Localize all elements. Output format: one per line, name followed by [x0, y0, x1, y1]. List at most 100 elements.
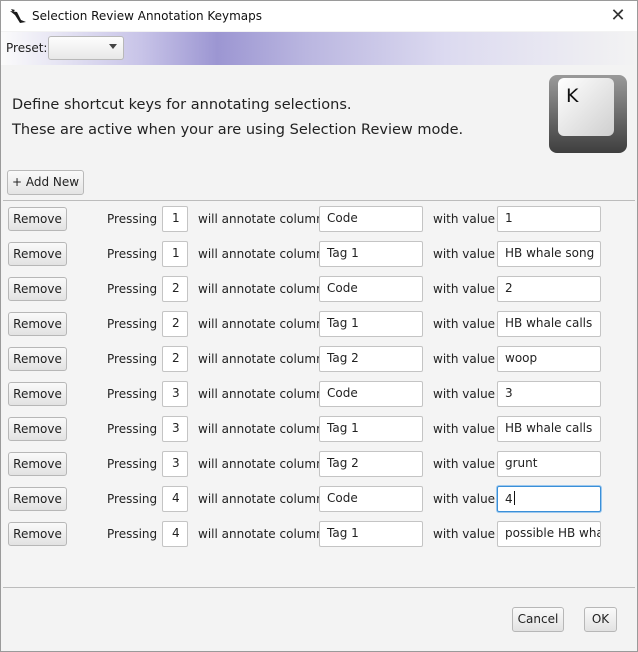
- column-field[interactable]: Tag 1: [319, 416, 423, 442]
- with-value-label: with value: [433, 492, 496, 506]
- keymap-row: Remove Pressing 1 will annotate column Code w…: [3, 201, 635, 236]
- column-field[interactable]: Code: [319, 276, 423, 302]
- value-field[interactable]: HB whale song: [497, 241, 601, 267]
- cancel-button[interactable]: Cancel: [512, 607, 564, 632]
- annotate-label: will annotate column: [198, 282, 324, 296]
- with-value-label: with value: [433, 212, 496, 226]
- close-button[interactable]: ✕: [603, 1, 633, 31]
- pressing-label: Pressing: [107, 492, 158, 506]
- pressing-label: Pressing: [107, 527, 158, 541]
- dialog-window: Selection Review Annotation Keymaps ✕ Pr…: [0, 0, 638, 652]
- remove-button[interactable]: Remove: [8, 277, 67, 301]
- value-text: HB whale calls: [505, 421, 593, 435]
- keymap-row: Remove Pressing 4 will annotate column Code w…: [3, 481, 635, 516]
- ok-button[interactable]: OK: [584, 607, 617, 632]
- value-text: HB whale calls: [505, 316, 593, 330]
- keymap-row: Remove Pressing 2 will annotate column Tag 1…: [3, 306, 635, 341]
- key-field[interactable]: 3: [162, 451, 188, 477]
- annotate-label: will annotate column: [198, 212, 324, 226]
- remove-button[interactable]: Remove: [8, 522, 67, 546]
- keymap-list: Remove Pressing 1 will annotate column Code w…: [3, 200, 635, 588]
- chevron-down-icon: [109, 44, 117, 49]
- annotate-label: will annotate column: [198, 527, 324, 541]
- remove-button[interactable]: Remove: [8, 312, 67, 336]
- with-value-label: with value: [433, 457, 496, 471]
- value-field[interactable]: HB whale calls: [497, 311, 601, 337]
- value-text: 2: [505, 281, 513, 295]
- annotate-label: will annotate column: [198, 457, 324, 471]
- keyboard-key-icon: K: [549, 75, 627, 153]
- pressing-label: Pressing: [107, 212, 158, 226]
- key-field[interactable]: 1: [162, 241, 188, 267]
- annotate-label: will annotate column: [198, 387, 324, 401]
- preset-label: Preset:: [6, 41, 48, 55]
- value-field[interactable]: grunt: [497, 451, 601, 477]
- key-field[interactable]: 3: [162, 381, 188, 407]
- value-field[interactable]: 2: [497, 276, 601, 302]
- value-field[interactable]: 4: [497, 486, 601, 512]
- title-bar: Selection Review Annotation Keymaps ✕: [1, 1, 637, 31]
- key-field[interactable]: 2: [162, 276, 188, 302]
- pressing-label: Pressing: [107, 457, 158, 471]
- column-field[interactable]: Code: [319, 206, 423, 232]
- key-field[interactable]: 2: [162, 346, 188, 372]
- column-field[interactable]: Tag 1: [319, 311, 423, 337]
- keymap-row: Remove Pressing 2 will annotate column Tag 2…: [3, 341, 635, 376]
- value-text: 3: [505, 386, 513, 400]
- column-field[interactable]: Tag 2: [319, 451, 423, 477]
- remove-button[interactable]: Remove: [8, 242, 67, 266]
- key-field[interactable]: 3: [162, 416, 188, 442]
- with-value-label: with value: [433, 352, 496, 366]
- annotate-label: will annotate column: [198, 247, 324, 261]
- with-value-label: with value: [433, 387, 496, 401]
- keymap-row: Remove Pressing 3 will annotate column Tag 2…: [3, 446, 635, 481]
- column-field[interactable]: Tag 1: [319, 521, 423, 547]
- key-field[interactable]: 4: [162, 486, 188, 512]
- value-field[interactable]: HB whale calls: [497, 416, 601, 442]
- with-value-label: with value: [433, 422, 496, 436]
- value-text: 4: [505, 492, 513, 506]
- key-letter: K: [566, 85, 579, 107]
- annotate-label: will annotate column: [198, 422, 324, 436]
- window-title: Selection Review Annotation Keymaps: [32, 9, 263, 23]
- remove-button[interactable]: Remove: [8, 452, 67, 476]
- keymap-row: Remove Pressing 3 will annotate column Tag 1…: [3, 411, 635, 446]
- preset-bar: Preset:: [1, 32, 637, 65]
- value-text: 1: [505, 211, 513, 225]
- with-value-label: with value: [433, 247, 496, 261]
- pressing-label: Pressing: [107, 317, 158, 331]
- value-text: possible HB whal: [505, 526, 601, 540]
- value-field[interactable]: woop: [497, 346, 601, 372]
- pressing-label: Pressing: [107, 282, 158, 296]
- key-field[interactable]: 2: [162, 311, 188, 337]
- column-field[interactable]: Code: [319, 381, 423, 407]
- value-field[interactable]: possible HB whal: [497, 521, 601, 547]
- remove-button[interactable]: Remove: [8, 487, 67, 511]
- text-caret: [513, 491, 515, 505]
- add-new-button[interactable]: + Add New: [7, 170, 84, 195]
- value-text: grunt: [505, 456, 538, 470]
- column-field[interactable]: Tag 2: [319, 346, 423, 372]
- remove-button[interactable]: Remove: [8, 207, 67, 231]
- keymap-row: Remove Pressing 3 will annotate column Code w…: [3, 376, 635, 411]
- keymap-row: Remove Pressing 1 will annotate column Tag 1…: [3, 236, 635, 271]
- preset-dropdown[interactable]: [48, 36, 124, 60]
- key-field[interactable]: 1: [162, 206, 188, 232]
- remove-button[interactable]: Remove: [8, 417, 67, 441]
- pressing-label: Pressing: [107, 422, 158, 436]
- intro-line-2: These are active when your are using Sel…: [12, 122, 464, 138]
- annotate-label: will annotate column: [198, 317, 324, 331]
- app-logo-icon: [10, 9, 26, 23]
- value-text: woop: [505, 351, 538, 365]
- remove-button[interactable]: Remove: [8, 347, 67, 371]
- annotate-label: will annotate column: [198, 492, 324, 506]
- column-field[interactable]: Tag 1: [319, 241, 423, 267]
- column-field[interactable]: Code: [319, 486, 423, 512]
- value-field[interactable]: 1: [497, 206, 601, 232]
- value-field[interactable]: 3: [497, 381, 601, 407]
- with-value-label: with value: [433, 527, 496, 541]
- key-field[interactable]: 4: [162, 521, 188, 547]
- with-value-label: with value: [433, 282, 496, 296]
- remove-button[interactable]: Remove: [8, 382, 67, 406]
- with-value-label: with value: [433, 317, 496, 331]
